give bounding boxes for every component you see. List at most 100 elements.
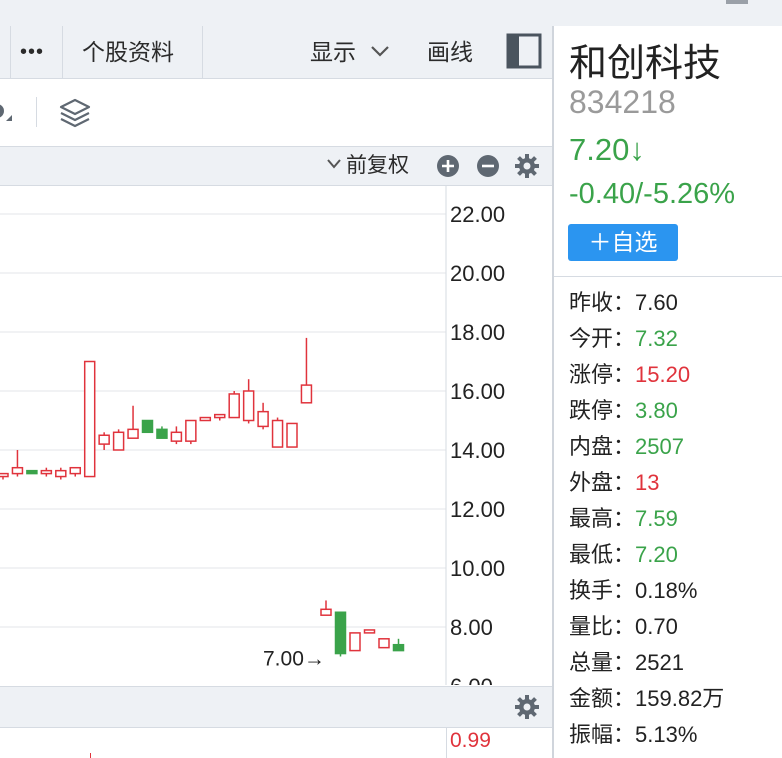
add-to-watchlist-button[interactable]: ＋自选 <box>568 224 678 261</box>
stat-value: 7.20 <box>635 542 678 567</box>
y-tick-label: 6.00 <box>450 674 493 685</box>
candle-body <box>40 469 53 475</box>
zoom-in-icon[interactable] <box>436 154 460 178</box>
toolbar-divider <box>62 26 63 78</box>
candle-body <box>300 384 313 404</box>
candle-body <box>392 643 405 652</box>
more-button[interactable]: ••• <box>20 26 44 78</box>
candle-body <box>378 638 390 649</box>
stat-row: 换手：0.18% <box>569 573 724 609</box>
candle-body <box>98 434 110 445</box>
stat-value: 5.13% <box>635 722 698 747</box>
y-tick-label: 16.00 <box>450 379 505 404</box>
candle-body <box>271 419 284 448</box>
volume-bar <box>90 753 91 758</box>
candle-body <box>127 428 139 439</box>
toolbar-divider <box>10 26 11 78</box>
stat-row: 最低：7.20 <box>569 537 724 573</box>
stat-row: 昨收：7.60 <box>569 285 724 321</box>
stock-name: 和创科技 <box>569 43 722 85</box>
candle-body <box>55 469 67 478</box>
candle-body <box>349 632 361 652</box>
gear-icon[interactable] <box>515 695 539 719</box>
stat-row: 最高：7.59 <box>569 501 724 537</box>
stat-value: 0.18% <box>635 578 698 603</box>
y-tick-label: 18.00 <box>450 320 505 345</box>
price-change: -0.40/-5.26% <box>569 178 736 210</box>
candle-body <box>83 360 96 478</box>
stat-label: 换手： <box>569 578 636 603</box>
y-tick-label: 12.00 <box>450 497 505 522</box>
window-control-icon[interactable] <box>726 0 748 4</box>
stat-value: 13 <box>635 470 660 495</box>
toolbar-divider <box>202 26 203 78</box>
indicator-header-bar <box>0 686 552 728</box>
stat-row: 金额：159.82万 <box>569 681 724 717</box>
candle-body <box>112 431 125 451</box>
stat-label: 总量： <box>569 650 636 675</box>
stat-row: 涨停：15.20 <box>569 357 724 393</box>
candle-body <box>185 419 197 442</box>
candle-body <box>242 390 255 422</box>
stat-row: 量比：0.70 <box>569 609 724 645</box>
stat-row: 外盘：13 <box>569 465 724 501</box>
stock-profile-tab[interactable]: 个股资料 <box>82 26 174 78</box>
stat-value: 15.20 <box>635 362 691 387</box>
stat-label: 今开： <box>569 326 636 351</box>
stock-code: 834218 <box>569 84 676 120</box>
layers-icon[interactable] <box>58 97 92 129</box>
candle-body <box>156 428 168 439</box>
stat-label: 最高： <box>569 506 636 531</box>
stat-value: 2507 <box>635 434 684 459</box>
stat-label: 振幅： <box>569 722 636 747</box>
candle-body <box>286 422 298 448</box>
stat-label: 金额： <box>569 686 636 711</box>
price-adjust-dropdown[interactable]: 前复权 <box>326 147 409 185</box>
y-tick-label: 10.00 <box>450 556 505 581</box>
candle-body <box>334 611 347 655</box>
stat-value: 7.59 <box>635 506 678 531</box>
stat-label: 昨收： <box>569 290 636 315</box>
candle-body <box>11 466 24 475</box>
draw-line-button[interactable]: 画线 <box>427 26 473 78</box>
stat-label: 最低： <box>569 542 636 567</box>
kline-chart-svg: 22.00 20.00 18.00 16.00 14.00 12.00 10.00 8.00 6… <box>0 185 505 685</box>
chart-header-bar: 前复权 <box>0 146 552 186</box>
settings-icon[interactable] <box>0 99 14 125</box>
candle-body <box>0 472 9 478</box>
sidebar-toggle-icon[interactable] <box>506 33 542 69</box>
candle-body <box>257 410 269 428</box>
display-menu-button[interactable]: 显示 <box>310 26 390 78</box>
chevron-down-icon <box>327 159 341 169</box>
current-price: 7.20↓ <box>569 132 645 167</box>
y-tick-label: 20.00 <box>450 261 505 286</box>
candle-body <box>320 608 332 616</box>
zoom-out-icon[interactable] <box>476 154 500 178</box>
stat-value: 7.60 <box>635 290 678 315</box>
candle-body <box>228 393 240 419</box>
stat-value: 159.82万 <box>635 686 725 711</box>
candle-body <box>199 416 212 422</box>
stat-label: 跌停： <box>569 398 636 423</box>
chart-tools-bar <box>0 79 552 145</box>
stat-row: 内盘：2507 <box>569 429 724 465</box>
adjust-label: 前复权 <box>346 154 409 177</box>
indicator-chart[interactable]: 0.99 <box>0 727 552 758</box>
candle-body <box>69 466 81 475</box>
stat-label: 涨停： <box>569 362 636 387</box>
y-tick-label: 14.00 <box>450 438 505 463</box>
kline-chart[interactable]: 22.00 20.00 18.00 16.00 14.00 12.00 10.00 8.00 6… <box>0 185 552 685</box>
stat-row: 振幅：5.13% <box>569 717 724 753</box>
stat-label: 外盘： <box>569 470 636 495</box>
quote-stats-list: 昨收：7.60 今开：7.32 涨停：15.20 跌停：3.80 内盘：2507 外盘：1… <box>569 285 724 753</box>
stat-row: 跌停：3.80 <box>569 393 724 429</box>
display-label: 显示 <box>310 39 356 65</box>
panel-separator <box>554 276 782 277</box>
stat-row: 总量：2521 <box>569 645 724 681</box>
stat-value: 0.70 <box>635 614 678 639</box>
quote-panel: 和创科技 834218 7.20↓ -0.40/-5.26% ＋自选 昨收：7.… <box>554 26 782 758</box>
gear-icon[interactable] <box>515 154 539 178</box>
candle-body <box>26 469 38 475</box>
indicator-axis-label: 0.99 <box>450 729 491 752</box>
stat-value: 2521 <box>635 650 684 675</box>
